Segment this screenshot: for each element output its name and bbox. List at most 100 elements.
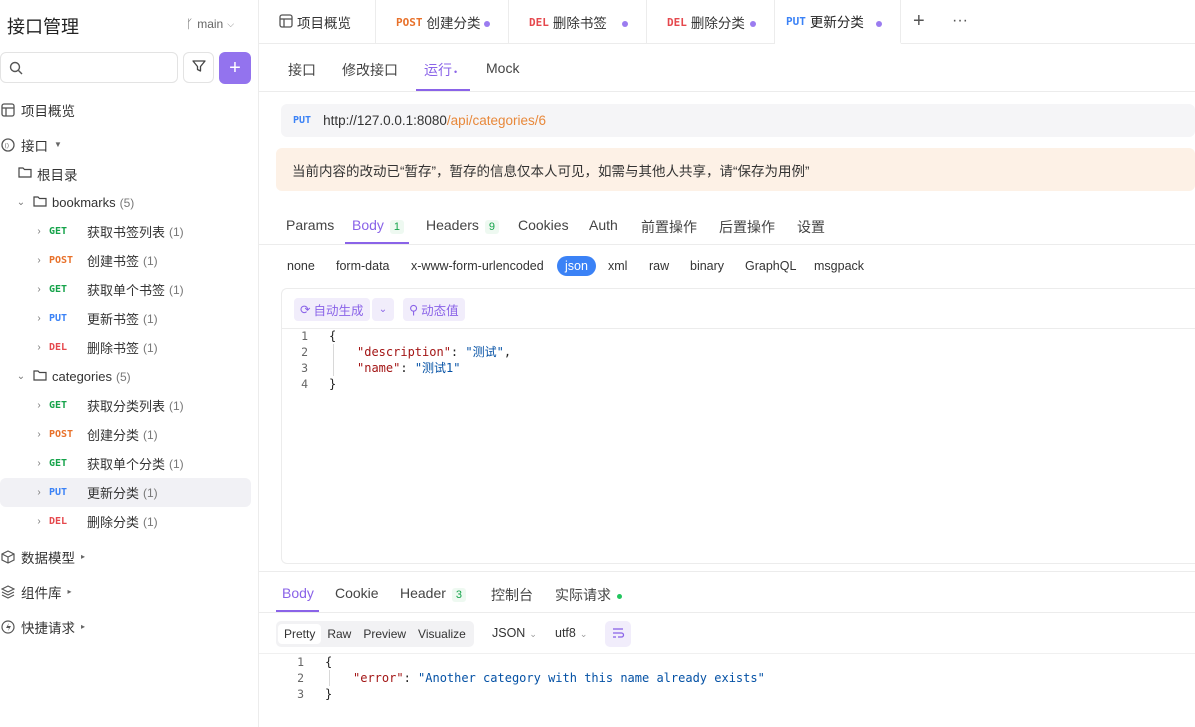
body-type-xml[interactable]: xml <box>608 259 627 273</box>
chevron-right-icon: › <box>37 226 41 237</box>
body-type-none[interactable]: none <box>287 259 315 273</box>
body-type-binary[interactable]: binary <box>690 259 724 273</box>
dynamic-value-button[interactable]: ⚲ 动态值 <box>403 298 465 321</box>
wrap-lines-button[interactable] <box>605 621 631 647</box>
subtab-run[interactable]: 运行 • <box>424 60 457 80</box>
url-bar[interactable]: PUT http://127.0.0.1:8080 /api/categorie… <box>281 104 1195 137</box>
body-type-msgpack[interactable]: msgpack <box>814 259 864 273</box>
resp-tab-label: 实际请求 <box>555 587 611 603</box>
nav-item-api[interactable]: ⟨⟩ 接口 ▼ <box>0 130 62 159</box>
tab-overview[interactable]: 项目概览 <box>259 0 376 44</box>
url-method[interactable]: PUT <box>293 115 311 126</box>
encoding-value: utf8 <box>555 626 576 640</box>
req-tab-pre-script[interactable]: 前置操作 <box>641 217 697 237</box>
filter-button[interactable] <box>183 52 214 83</box>
req-tab-cookies[interactable]: Cookies <box>518 217 569 233</box>
req-tab-headers[interactable]: Headers 9 <box>426 217 500 234</box>
more-tabs-button[interactable]: ··· <box>952 12 968 30</box>
add-button[interactable]: + <box>219 52 251 84</box>
api-item[interactable]: › GET 获取书签列表 (1) <box>0 217 251 246</box>
encoding-select[interactable]: utf8 ⌄ <box>555 626 587 640</box>
api-item[interactable]: › POST 创建分类 (1) <box>0 420 251 449</box>
divider <box>259 612 1195 613</box>
resp-tab-console[interactable]: 控制台 <box>491 585 533 605</box>
resp-tab-header[interactable]: Header 3 <box>400 585 467 602</box>
folder-categories[interactable]: ⌄ categories (5) <box>0 362 251 391</box>
body-type-graphql[interactable]: GraphQL <box>745 259 796 273</box>
method-badge: POST <box>49 429 74 440</box>
api-item[interactable]: › GET 获取分类列表 (1) <box>0 391 251 420</box>
req-tab-settings[interactable]: 设置 <box>797 217 825 237</box>
subtab-edit[interactable]: 修改接口 <box>342 60 398 80</box>
api-item[interactable]: › POST 创建书签 (1) <box>0 246 251 275</box>
tab-label: 项目概览 <box>297 16 351 31</box>
body-type-urlencoded[interactable]: x-www-form-urlencoded <box>411 259 544 273</box>
resp-tab-cookie[interactable]: Cookie <box>335 585 379 601</box>
components-icon <box>0 584 16 600</box>
method-badge: DEL <box>49 516 68 527</box>
new-tab-button[interactable]: + <box>913 10 925 33</box>
api-item[interactable]: › GET 获取单个分类 (1) <box>0 449 251 478</box>
resp-tab-actual-request[interactable]: 实际请求 <box>555 585 622 605</box>
subtab-mock[interactable]: Mock <box>486 60 519 76</box>
search-input[interactable] <box>0 52 178 83</box>
folder-bookmarks[interactable]: ⌄ bookmarks (5) <box>0 188 251 217</box>
nav-item-label: 接口 <box>21 138 48 154</box>
nav-item-overview[interactable]: 项目概览 <box>0 95 75 124</box>
auto-generate-button[interactable]: ⟳ 自动生成 <box>294 298 370 321</box>
tab-bar: 项目概览 POST 创建分类 DEL 删除书签 DEL 删除分类 PUT 更新分… <box>259 0 1195 44</box>
view-mode-pretty[interactable]: Pretty <box>278 624 322 644</box>
json-tail: , <box>503 345 512 359</box>
api-item[interactable]: › DEL 删除分类 (1) <box>0 507 251 536</box>
body-editor[interactable]: ⟳ 自动生成 ⌄ ⚲ 动态值 <box>281 288 1195 564</box>
nav-item-data-model[interactable]: 数据模型 ▸ <box>0 542 85 571</box>
method-badge: DEL <box>49 342 68 353</box>
json-value: "Another category with this name already… <box>418 671 765 685</box>
body-type-raw[interactable]: raw <box>649 259 669 273</box>
req-tab-params[interactable]: Params <box>286 217 334 233</box>
api-item[interactable]: › GET 获取单个书签 (1) <box>0 275 251 304</box>
tree-root[interactable]: 根目录 <box>0 159 251 188</box>
format-select[interactable]: JSON ⌄ <box>492 626 537 640</box>
tab-delete-category[interactable]: DEL 删除分类 <box>647 0 775 44</box>
tab-create-category[interactable]: POST 创建分类 <box>376 0 509 44</box>
folder-name: bookmarks <box>52 195 116 210</box>
api-count: (1) <box>169 398 184 413</box>
folder-name: categories <box>52 369 112 384</box>
resp-tab-body[interactable]: Body <box>282 585 314 601</box>
chevron-right-icon: › <box>37 313 41 324</box>
req-tab-label: 后置操作 <box>719 219 775 235</box>
chevron-down-icon: ⌵ <box>227 18 235 29</box>
chevron-down-icon: ⌄ <box>579 629 588 639</box>
branch-selector[interactable]: ᚴ main ⌵ <box>186 17 234 31</box>
subtab-run-label: 运行 <box>424 62 452 78</box>
req-tab-body[interactable]: Body 1 <box>352 217 405 234</box>
view-mode-preview[interactable]: Preview <box>357 624 412 644</box>
tab-delete-bookmark[interactable]: DEL 删除书签 <box>509 0 647 44</box>
divider <box>259 244 1195 245</box>
api-item[interactable]: › PUT 更新书签 (1) <box>0 304 251 333</box>
indent-guide <box>329 670 330 686</box>
nav-item-components[interactable]: 组件库 ▸ <box>0 577 72 606</box>
tab-update-category[interactable]: PUT 更新分类 <box>775 0 901 44</box>
method-badge: PUT <box>786 14 806 28</box>
folder-icon <box>33 194 47 211</box>
divider <box>259 91 1195 92</box>
view-mode-raw[interactable]: Raw <box>321 624 357 644</box>
refresh-icon: ⟳ <box>300 303 311 317</box>
api-item-active[interactable]: › PUT 更新分类 (1) <box>0 478 251 507</box>
req-tab-post-script[interactable]: 后置操作 <box>719 217 775 237</box>
status-dot <box>617 593 622 599</box>
req-tab-auth[interactable]: Auth <box>589 217 618 233</box>
view-mode-visualize[interactable]: Visualize <box>412 624 472 644</box>
nav-item-quick-request[interactable]: 快捷请求 ▸ <box>0 612 85 641</box>
body-type-json[interactable]: json <box>557 256 596 276</box>
body-type-form-data[interactable]: form-data <box>336 259 390 273</box>
req-tab-label: Params <box>286 217 335 233</box>
code-line: } <box>325 687 333 701</box>
api-label: 获取单个分类 <box>87 457 166 472</box>
subtab-api[interactable]: 接口 <box>288 60 316 80</box>
auto-generate-dropdown[interactable]: ⌄ <box>372 298 394 321</box>
tree-root-label: 根目录 <box>37 167 78 183</box>
api-item[interactable]: › DEL 删除书签 (1) <box>0 333 251 362</box>
